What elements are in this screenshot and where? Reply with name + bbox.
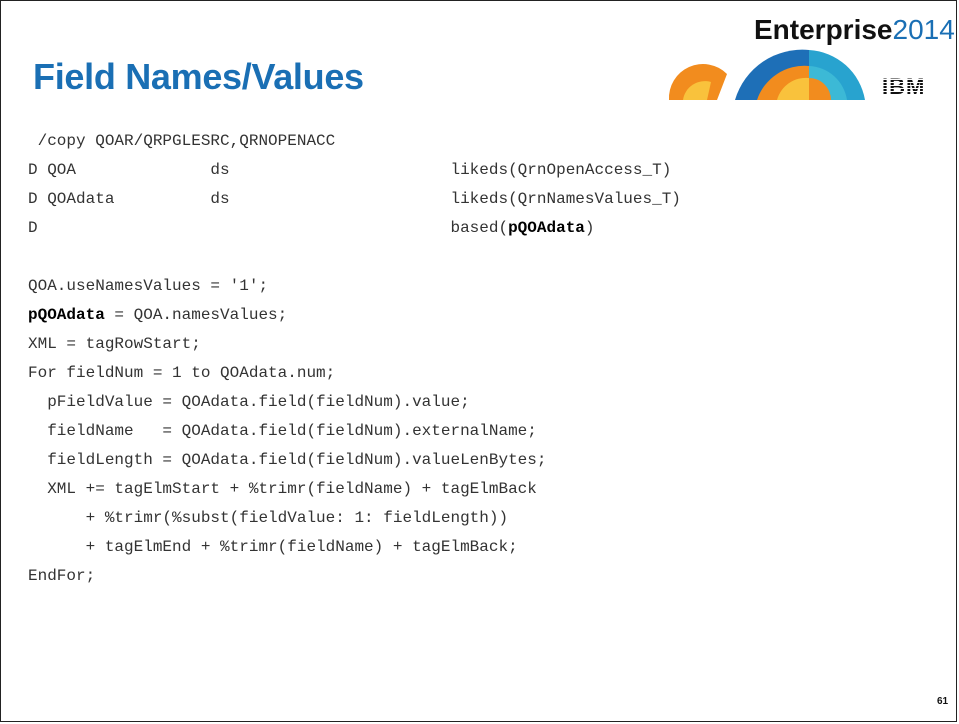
code-text: = QOA.namesValues;: [104, 306, 288, 324]
code-line: EndFor;: [28, 562, 681, 591]
code-line: /copy QOAR/QRPGLESRC,QRNOPENACC: [28, 127, 681, 156]
code-text: D based(: [28, 219, 509, 237]
code-text: XML = tagRowStart;: [28, 335, 201, 353]
brand-year: 2014: [892, 14, 955, 45]
code-line: fieldName = QOAdata.field(fieldNum).exte…: [28, 417, 681, 446]
code-bold-token: pQOAdata: [28, 306, 105, 324]
code-line: pQOAdata = QOA.namesValues;: [28, 301, 681, 330]
code-line: D QOAdata ds likeds(QrnNamesValues_T): [28, 185, 681, 214]
code-line: + tagElmEnd + %trimr(fieldName) + tagElm…: [28, 533, 681, 562]
code-text: fieldLength = QOAdata.field(fieldNum).va…: [28, 451, 547, 469]
code-text: D QOAdata ds likeds(QrnNamesValues_T): [28, 190, 681, 208]
code-line: D QOA ds likeds(QrnOpenAccess_T): [28, 156, 681, 185]
code-text: fieldName = QOAdata.field(fieldNum).exte…: [28, 422, 537, 440]
code-line: D based(pQOAdata): [28, 214, 681, 243]
code-text: + tagElmEnd + %trimr(fieldName) + tagElm…: [28, 538, 518, 556]
brand-word: Enterprise: [754, 14, 893, 45]
code-text: For fieldNum = 1 to QOAdata.num;: [28, 364, 336, 382]
code-block: /copy QOAR/QRPGLESRC,QRNOPENACC D QOA ds …: [28, 127, 681, 591]
code-line: fieldLength = QOAdata.field(fieldNum).va…: [28, 446, 681, 475]
code-text: XML += tagElmStart + %trimr(fieldName) +…: [28, 480, 537, 498]
code-line: + %trimr(%subst(fieldValue: 1: fieldLeng…: [28, 504, 681, 533]
code-text: QOA.useNamesValues = '1';: [28, 277, 269, 295]
code-line: pFieldValue = QOAdata.field(fieldNum).va…: [28, 388, 681, 417]
enterprise-arcs-icon: [668, 49, 865, 100]
page-number: 61: [937, 696, 949, 707]
code-line: For fieldNum = 1 to QOAdata.num;: [28, 359, 681, 388]
code-text: EndFor;: [28, 567, 96, 585]
code-text: /copy QOAR/QRPGLESRC,QRNOPENACC: [28, 132, 336, 150]
ibm-logo: IBM: [882, 74, 926, 99]
code-bold-token: pQOAdata: [508, 219, 585, 237]
code-text: + %trimr(%subst(fieldValue: 1: fieldLeng…: [28, 509, 509, 527]
slide-title: Field Names/Values: [33, 56, 364, 97]
enterprise-2014-brand: Enterprise2014: [754, 14, 955, 46]
code-line: XML += tagElmStart + %trimr(fieldName) +…: [28, 475, 681, 504]
code-line: QOA.useNamesValues = '1';: [28, 272, 681, 301]
code-text: D QOA ds likeds(QrnOpenAccess_T): [28, 161, 672, 179]
code-text: pFieldValue = QOAdata.field(fieldNum).va…: [28, 393, 470, 411]
code-text: ): [584, 219, 595, 237]
code-line: XML = tagRowStart;: [28, 330, 681, 359]
